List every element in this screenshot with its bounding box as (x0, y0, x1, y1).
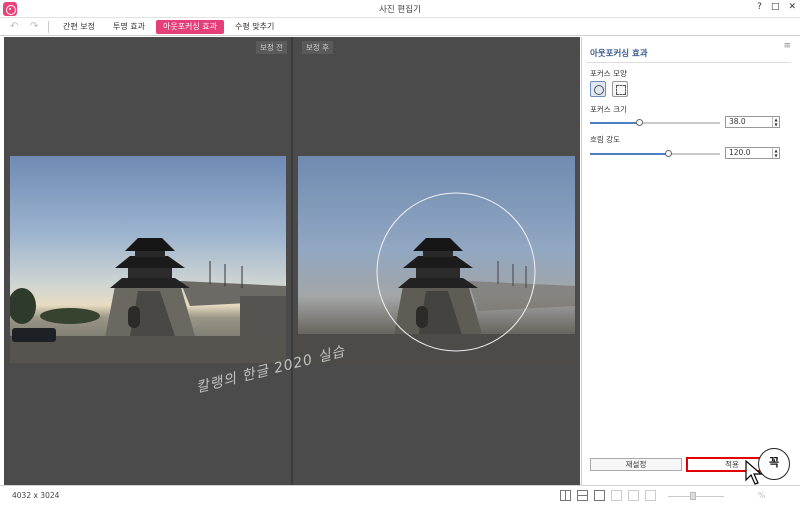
tab-quick-adjust[interactable]: 간편 보정 (56, 20, 102, 34)
close-button[interactable]: ✕ (788, 2, 796, 12)
split-vertical-view-icon[interactable] (560, 490, 571, 501)
single-view-icon[interactable] (594, 490, 605, 501)
help-button[interactable]: ? (757, 2, 762, 12)
split-horizontal-view-icon[interactable] (577, 490, 588, 501)
circle-shape-button[interactable] (590, 81, 606, 97)
focus-size-slider[interactable] (590, 119, 720, 126)
focus-size-spinner[interactable]: ▲ ▼ (772, 117, 779, 127)
zoom-slider[interactable] (668, 496, 724, 497)
fortress-gate-blurred-image (298, 192, 575, 363)
preview-canvas: 보정 전 보정 후 칼랭의 한글 2020 실습 (4, 37, 580, 485)
fit-view-icon[interactable] (611, 490, 622, 501)
tab-bar: 간편 보정 투명 효과 아웃포커싱 효과 수평 맞추기 (56, 20, 281, 34)
panel-divider (586, 62, 791, 63)
zoom-percent: % (758, 491, 766, 500)
canvas-divider (291, 37, 293, 485)
redo-icon[interactable]: ↷ (30, 21, 38, 32)
image-dimensions: 4032 x 3024 (12, 491, 60, 500)
tab-transparency[interactable]: 투명 효과 (106, 20, 152, 34)
after-label: 보정 후 (302, 41, 334, 54)
rectangle-shape-button[interactable] (612, 81, 628, 97)
focus-size-label: 포커스 크기 (590, 105, 627, 114)
photo-after (298, 156, 575, 363)
undo-icon[interactable]: ↶ (10, 21, 18, 32)
zoom-out-icon[interactable] (645, 490, 656, 501)
must-badge: 꼭 (758, 448, 790, 480)
tab-out-focusing[interactable]: 아웃포커싱 효과 (155, 20, 225, 34)
blur-strength-slider-fill (590, 153, 668, 155)
view-mode-icons (560, 490, 656, 501)
before-label: 보정 전 (256, 41, 288, 54)
photo-before (10, 156, 286, 363)
title-bar: 사진 편집기 ? □ ✕ (0, 0, 800, 18)
blur-strength-slider-thumb[interactable] (665, 150, 672, 157)
toolbar: ↶ ↷ 간편 보정 투명 효과 아웃포커싱 효과 수평 맞추기 (0, 18, 800, 36)
focus-size-slider-fill (590, 122, 639, 124)
blur-strength-label: 흐림 강도 (590, 135, 620, 144)
blur-strength-slider[interactable] (590, 150, 720, 157)
focus-shape-label: 포커스 모양 (590, 69, 627, 78)
focus-size-value: 38.0 (729, 117, 746, 126)
tab-horizon-align[interactable]: 수평 맞추기 (228, 20, 281, 34)
menu-icon[interactable]: ≡ (783, 41, 791, 51)
toolbar-separator (48, 21, 49, 33)
blur-strength-spinner[interactable]: ▲ ▼ (772, 148, 779, 158)
actual-size-icon[interactable] (628, 490, 639, 501)
effect-panel: ≡ 아웃포커싱 효과 포커스 모양 포커스 크기 38.0 ▲ ▼ 흐림 강도 1… (581, 37, 795, 485)
reset-button[interactable]: 재설정 (590, 458, 682, 471)
panel-title: 아웃포커싱 효과 (590, 49, 648, 59)
focus-size-slider-thumb[interactable] (636, 119, 643, 126)
window-controls: ? □ ✕ (757, 2, 796, 12)
fortress-gate-image (10, 238, 286, 363)
zoom-slider-thumb[interactable] (690, 492, 696, 500)
status-bar: 4032 x 3024 % (0, 485, 800, 507)
blur-strength-value: 120.0 (729, 148, 751, 157)
focus-size-input[interactable]: 38.0 ▲ ▼ (725, 116, 780, 128)
window-title: 사진 편집기 (379, 5, 421, 15)
maximize-button[interactable]: □ (771, 2, 780, 12)
blur-strength-input[interactable]: 120.0 ▲ ▼ (725, 147, 780, 159)
